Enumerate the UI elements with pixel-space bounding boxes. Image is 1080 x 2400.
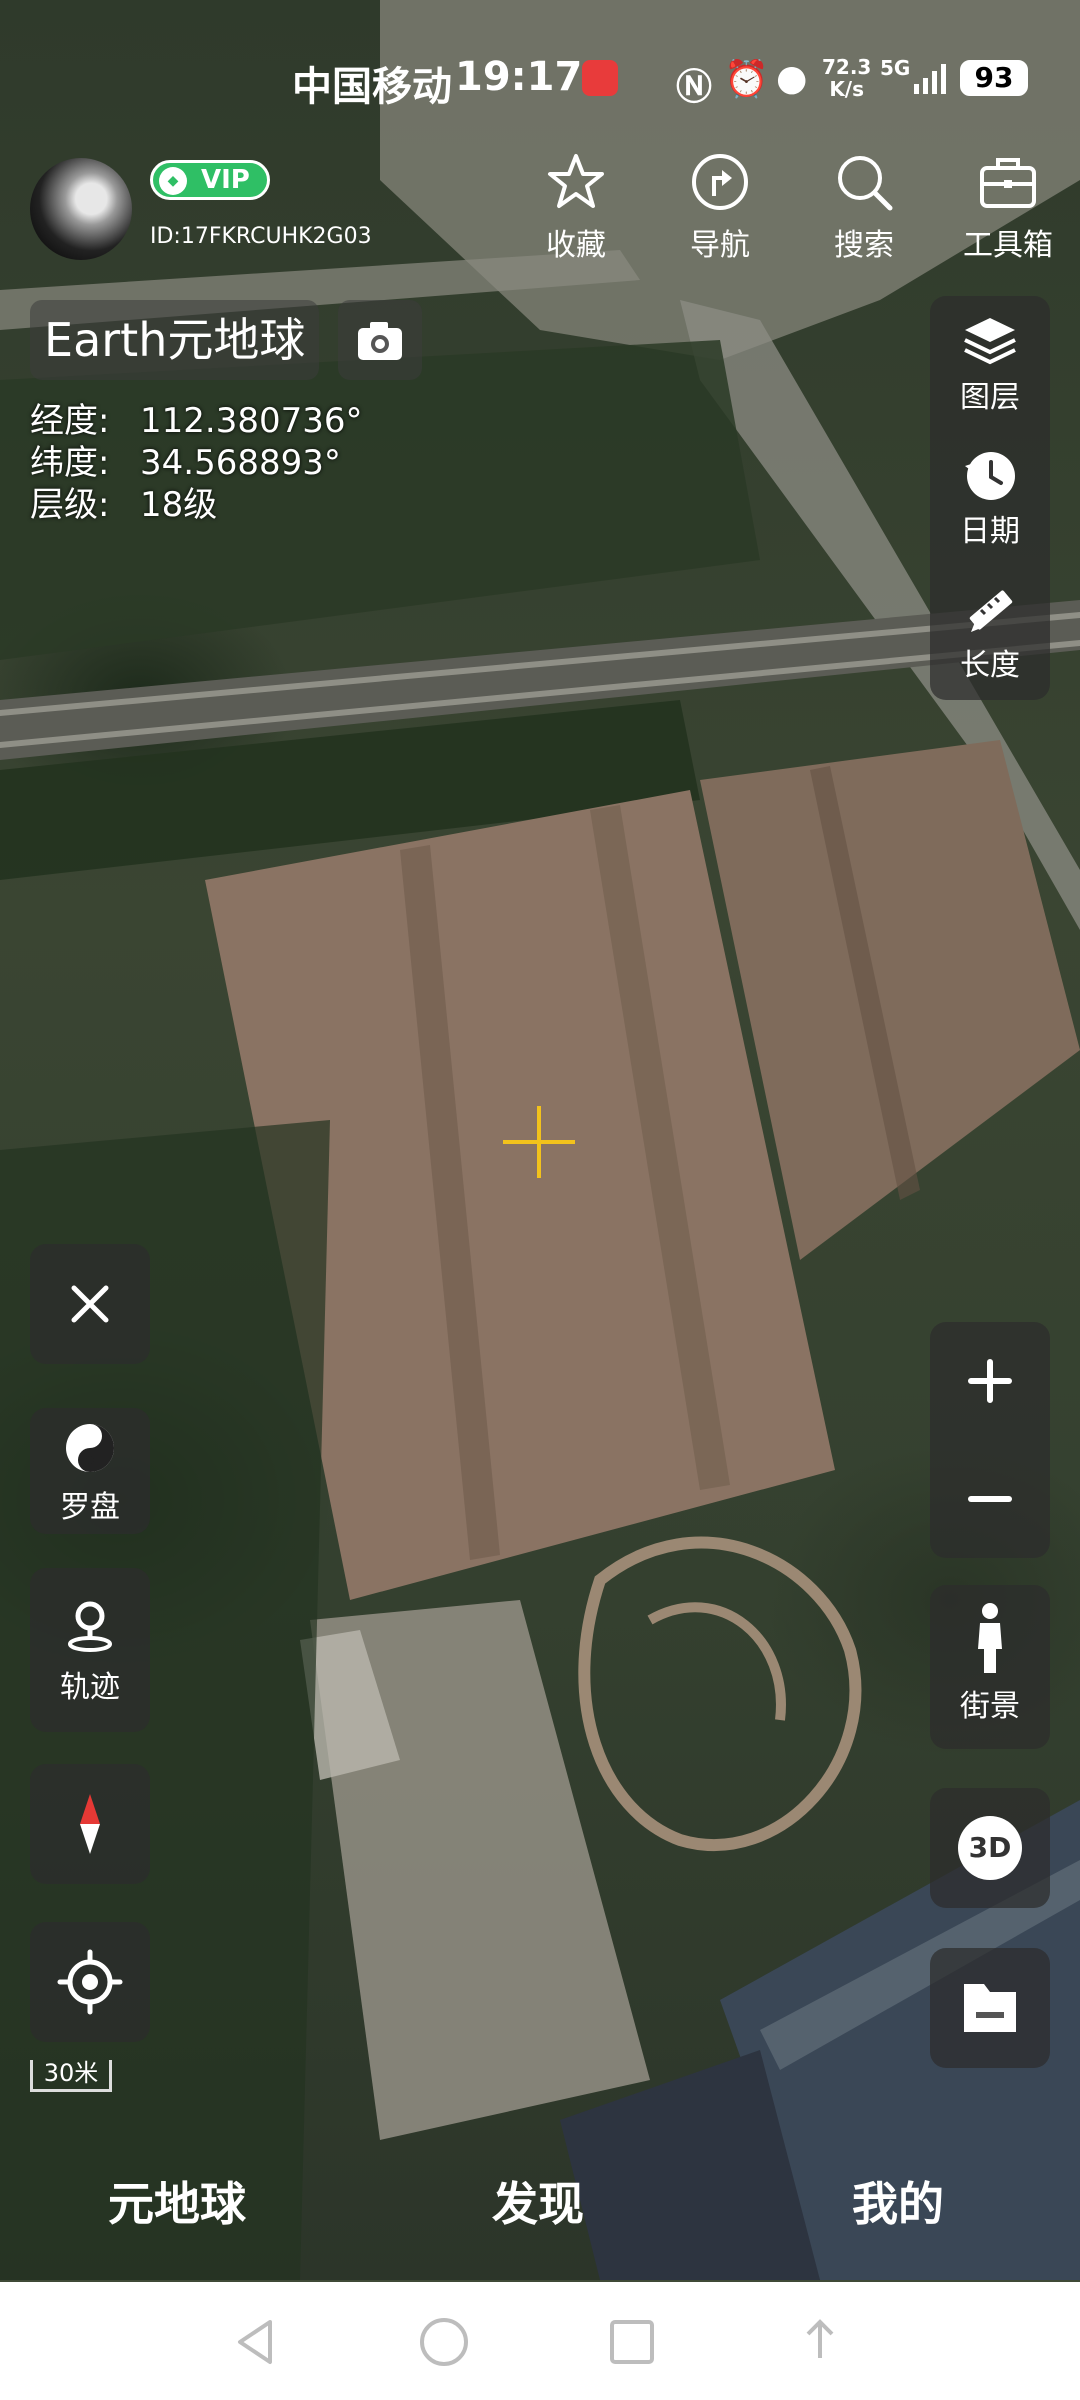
longitude-value: 112.380736°	[140, 401, 363, 441]
north-compass-button[interactable]	[30, 1764, 150, 1884]
latitude-label: 纬度:	[30, 443, 110, 483]
compass-label: 罗盘	[60, 1490, 120, 1525]
tab-mine[interactable]: 我的	[852, 2168, 944, 2234]
location-pin-icon	[68, 1601, 112, 1652]
toolbox-button[interactable]: 工具箱	[958, 150, 1058, 264]
speed-unit: K/s	[829, 77, 865, 101]
tab-earth[interactable]: 元地球	[108, 2168, 246, 2234]
yin-yang-icon	[66, 1424, 114, 1472]
favorites-label: 收藏	[546, 228, 606, 263]
search-icon	[838, 156, 893, 211]
toolbox-label: 工具箱	[963, 228, 1053, 263]
navigation-label: 导航	[690, 228, 750, 263]
coordinates-readout: 经度: 112.380736° 纬度: 34.568893° 层级: 18级	[30, 400, 363, 526]
toolbox-icon	[980, 158, 1036, 208]
system-navigation-bar	[0, 2282, 1080, 2400]
locate-me-button[interactable]	[30, 1922, 150, 2042]
nfc-icon: Ⓝ	[676, 67, 713, 108]
map-scale: 30米	[30, 2060, 112, 2092]
3d-label: 3D	[968, 1831, 1012, 1864]
vip-icon: ◆	[159, 167, 187, 195]
tab-discover[interactable]: 发现	[492, 2168, 584, 2234]
person-icon	[978, 1603, 1002, 1673]
date-label: 日期	[960, 514, 1020, 549]
date-button[interactable]: 日期	[930, 446, 1050, 550]
back-icon[interactable]	[226, 2312, 286, 2372]
signal-icon	[914, 64, 946, 94]
avatar[interactable]	[30, 158, 132, 260]
clock: 19:17	[455, 54, 583, 100]
map-crosshair	[503, 1106, 575, 1178]
carrier-name: 中国移动	[292, 64, 452, 110]
recents-icon[interactable]	[602, 2312, 662, 2372]
longitude-label: 经度:	[30, 401, 110, 441]
navigation-button[interactable]: 导航	[670, 150, 770, 264]
track-label: 轨迹	[60, 1670, 120, 1705]
files-button[interactable]	[930, 1948, 1050, 2068]
close-button[interactable]	[30, 1244, 150, 1364]
ruler-icon	[969, 590, 1013, 632]
star-icon	[548, 154, 604, 208]
bottom-tab-bar: 元地球 发现 我的	[0, 2168, 1080, 2248]
vip-badge[interactable]: ◆ VIP	[150, 160, 270, 200]
street-view-label: 街景	[960, 1689, 1020, 1724]
location-icon: ●	[776, 58, 808, 99]
length-label: 长度	[960, 648, 1020, 683]
network-speed: 72.3 K/s	[822, 56, 871, 100]
zoom-level-value: 18级	[140, 485, 218, 525]
layers-label: 图层	[960, 380, 1020, 415]
user-id: ID:17FKRCUHK2G03	[150, 224, 372, 249]
battery-indicator: 93	[960, 60, 1028, 96]
history-clock-icon	[965, 452, 1015, 500]
alarm-icon: ⏰	[724, 59, 769, 100]
favorites-button[interactable]: 收藏	[526, 150, 626, 264]
track-button[interactable]: 轨迹	[30, 1568, 150, 1732]
zoom-control	[930, 1322, 1050, 1558]
arrow-up-icon[interactable]	[790, 2312, 850, 2372]
folder-icon	[964, 1984, 1016, 2032]
map-tools-panel: 图层 日期 长度	[930, 296, 1050, 700]
map-title: Earth元地球	[30, 300, 320, 380]
street-view-button[interactable]: 街景	[930, 1585, 1050, 1749]
layers-icon	[964, 318, 1016, 365]
vip-label: VIP	[201, 165, 250, 195]
crosshair-locate-icon	[57, 1949, 123, 2015]
speed-value: 72.3	[822, 55, 872, 79]
compass-needle-icon	[80, 1794, 100, 1854]
zoom-in-button[interactable]	[930, 1322, 1050, 1440]
status-bar: 中国移动 19:17 Ⓝ ⏰ ● 72.3 K/s 5G 93	[0, 46, 1080, 116]
network-type: 5G	[880, 56, 911, 80]
3d-icon: 3D	[958, 1816, 1022, 1880]
zoom-out-button[interactable]	[930, 1440, 1050, 1558]
measure-length-button[interactable]: 长度	[930, 580, 1050, 684]
notification-icon	[582, 60, 618, 96]
3d-button[interactable]: 3D	[930, 1788, 1050, 1908]
home-icon[interactable]	[414, 2312, 474, 2372]
zoom-level-label: 层级:	[30, 485, 110, 525]
search-button[interactable]: 搜索	[814, 150, 914, 264]
camera-icon	[358, 322, 402, 360]
latitude-value: 34.568893°	[140, 443, 341, 483]
layers-button[interactable]: 图层	[930, 312, 1050, 416]
close-icon	[71, 1285, 109, 1323]
search-label: 搜索	[834, 228, 894, 263]
navigation-icon	[692, 154, 748, 210]
compass-button[interactable]: 罗盘	[30, 1408, 150, 1534]
screenshot-button[interactable]	[338, 300, 422, 380]
